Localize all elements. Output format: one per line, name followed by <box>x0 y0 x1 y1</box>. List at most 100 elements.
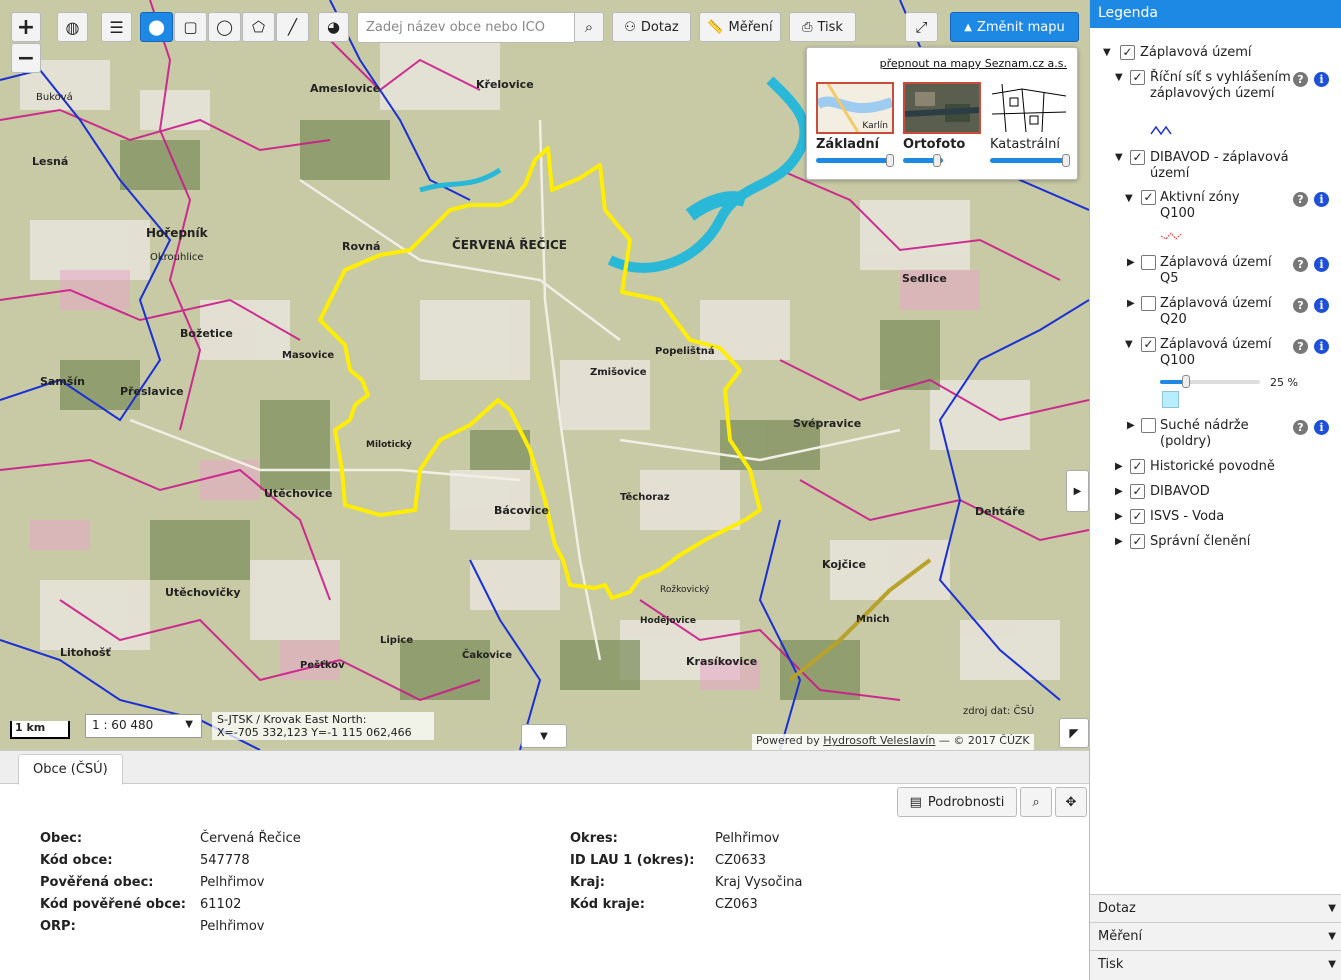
legend-checkbox[interactable]: ✓ <box>1130 150 1145 165</box>
zoom-out-button[interactable]: − <box>11 43 41 73</box>
details-button[interactable]: ▤ Podrobnosti <box>897 787 1017 817</box>
dotaz-button[interactable]: ⚇ Dotaz <box>612 12 691 42</box>
expand-toggle-icon[interactable]: ▼ <box>1103 47 1111 58</box>
basemap-katastralni[interactable]: Katastrální <box>990 82 1070 167</box>
basemap-zakladni-knob[interactable] <box>886 154 894 167</box>
mereni-button[interactable]: 📏 Měření <box>699 12 781 42</box>
fullscreen-button[interactable]: ⤢ <box>905 12 938 42</box>
basemap-zakladni[interactable]: Karlín Základní <box>816 82 894 167</box>
scale-select[interactable]: 1 : 60 480 ▼ <box>85 714 202 738</box>
accordion-dotaz[interactable]: Dotaz ▼ <box>1090 894 1341 922</box>
legend-checkbox[interactable] <box>1141 296 1156 311</box>
legend-checkbox[interactable]: ✓ <box>1130 484 1145 499</box>
attr-key: Kód pověřené obce <box>40 897 181 912</box>
expand-toggle-icon[interactable]: ▼ <box>1115 72 1123 83</box>
zoom-in-button[interactable]: + <box>11 12 41 42</box>
seznam-link[interactable]: přepnout na mapy Seznam.cz a.s. <box>880 57 1067 70</box>
basemap-zakladni-thumb[interactable]: Karlín <box>816 82 894 134</box>
basemap-katastralni-knob[interactable] <box>1062 154 1070 167</box>
map-label-kojcice: Kojčice <box>822 558 866 571</box>
legend-checkbox[interactable]: ✓ <box>1130 70 1145 85</box>
map-label-cervena-recice: ČERVENÁ ŘEČICE <box>452 238 567 252</box>
expand-toggle-icon[interactable]: ▶ <box>1127 298 1135 309</box>
legend-item-q20: Záplavová území Q20 <box>1160 296 1272 327</box>
help-icon[interactable]: ? <box>1293 339 1308 354</box>
hydrosoft-link[interactable]: Hydrosoft Veleslavín <box>823 734 935 747</box>
expand-toggle-icon[interactable]: ▼ <box>1125 193 1133 204</box>
expand-toggle-icon[interactable]: ▶ <box>1115 536 1123 547</box>
basemap-zakladni-opacity[interactable] <box>816 154 894 167</box>
basemap-thumb-text: Karlín <box>862 121 888 131</box>
basemap-ortofoto-opacity[interactable] <box>903 154 943 167</box>
accordion-tisk[interactable]: Tisk ▼ <box>1090 950 1341 980</box>
resize-corner-button[interactable]: ◤ <box>1059 718 1089 748</box>
q100-opacity-knob[interactable] <box>1182 375 1190 388</box>
map-pin-icon: ⬤ <box>148 18 165 36</box>
globe-button[interactable]: ◍ <box>57 12 88 42</box>
menu-button[interactable]: ☰ <box>101 12 132 42</box>
select-polygon-tool[interactable]: ⬠ <box>242 12 275 42</box>
tab-obce-csu[interactable]: Obce (ČSÚ) <box>18 754 123 785</box>
help-icon[interactable]: ? <box>1293 298 1308 313</box>
basemap-katastralni-preview <box>991 83 1067 133</box>
expand-toggle-icon[interactable]: ▼ <box>1115 152 1123 163</box>
zoom-to-feature-button[interactable]: ⌕ <box>1020 787 1052 817</box>
select-circle-tool[interactable]: ◯ <box>208 12 241 42</box>
attr-row: ID LAU 1 (okres): CZ0633 <box>570 853 803 875</box>
palette-button[interactable]: ◕ <box>318 12 349 42</box>
basemap-katastralni-thumb[interactable] <box>990 82 1068 134</box>
expand-toggle-icon[interactable]: ▶ <box>1115 511 1123 522</box>
map-label-dehtare: Dehtáře <box>975 505 1025 518</box>
select-rectangle-tool[interactable]: ▢ <box>174 12 207 42</box>
tisk-label: Tisk <box>817 19 843 35</box>
globe-icon: ◍ <box>65 17 80 37</box>
expand-toggle-icon[interactable]: ▶ <box>1115 486 1123 497</box>
legend-checkbox[interactable] <box>1141 418 1156 433</box>
map-label-rozkovicky: Rožkovický <box>660 585 710 595</box>
collapse-legend-button[interactable]: ▶ <box>1066 470 1089 512</box>
legend-item-ricni-sit: Říční síť s vyhlášením záplavových území <box>1150 70 1291 101</box>
accordion-tisk-label: Tisk <box>1098 957 1124 972</box>
select-line-tool[interactable]: ╱ <box>276 12 309 42</box>
info-icon[interactable]: i <box>1314 339 1329 354</box>
collapse-bottom-panel-button[interactable]: ▼ <box>521 724 567 748</box>
legend-checkbox[interactable]: ✓ <box>1141 190 1156 205</box>
select-point-tool[interactable]: ⬤ <box>140 12 173 42</box>
change-map-button[interactable]: ▲ Změnit mapu <box>950 12 1079 42</box>
help-icon[interactable]: ? <box>1293 192 1308 207</box>
info-icon[interactable]: i <box>1314 192 1329 207</box>
legend-checkbox[interactable] <box>1141 255 1156 270</box>
legend-checkbox[interactable]: ✓ <box>1141 337 1156 352</box>
search-button[interactable]: ⌕ <box>574 12 604 42</box>
info-icon[interactable]: i <box>1314 72 1329 87</box>
legend-checkbox[interactable]: ✓ <box>1120 45 1135 60</box>
q100-opacity-slider[interactable] <box>1160 375 1260 388</box>
basemap-ortofoto-knob[interactable] <box>933 154 941 167</box>
map-label-cakovice: Čakovice <box>462 650 512 661</box>
help-icon[interactable]: ? <box>1293 72 1308 87</box>
accordion-mereni[interactable]: Měření ▼ <box>1090 922 1341 950</box>
basemap-katastralni-opacity[interactable] <box>990 154 1070 167</box>
tisk-button[interactable]: ⎙ Tisk <box>789 12 856 42</box>
map-label-pestkov: Pešťkov <box>300 660 345 671</box>
help-icon[interactable]: ? <box>1293 257 1308 272</box>
expand-toggle-icon[interactable]: ▶ <box>1127 257 1135 268</box>
basemap-ortofoto-thumb[interactable] <box>903 82 981 134</box>
expand-toggle-icon[interactable]: ▶ <box>1115 461 1123 472</box>
legend-checkbox[interactable]: ✓ <box>1130 534 1145 549</box>
legend-item-dibavod: DIBAVOD <box>1150 484 1210 499</box>
pan-to-feature-button[interactable]: ✥ <box>1055 787 1087 817</box>
legend-checkbox[interactable]: ✓ <box>1130 509 1145 524</box>
help-icon[interactable]: ? <box>1293 420 1308 435</box>
search-input[interactable] <box>357 12 575 43</box>
hamburger-icon: ☰ <box>109 17 124 37</box>
info-icon[interactable]: i <box>1314 257 1329 272</box>
search-icon: ⌕ <box>584 18 594 36</box>
expand-toggle-icon[interactable]: ▼ <box>1125 339 1133 350</box>
info-icon[interactable]: i <box>1314 298 1329 313</box>
expand-toggle-icon[interactable]: ▶ <box>1127 420 1135 431</box>
basemap-ortofoto[interactable]: Ortofoto <box>903 82 981 167</box>
info-icon[interactable]: i <box>1314 420 1329 435</box>
map-view[interactable]: ČERVENÁ ŘEČICE Hořepník Utěchovice Bácov… <box>0 0 1089 750</box>
legend-checkbox[interactable]: ✓ <box>1130 459 1145 474</box>
